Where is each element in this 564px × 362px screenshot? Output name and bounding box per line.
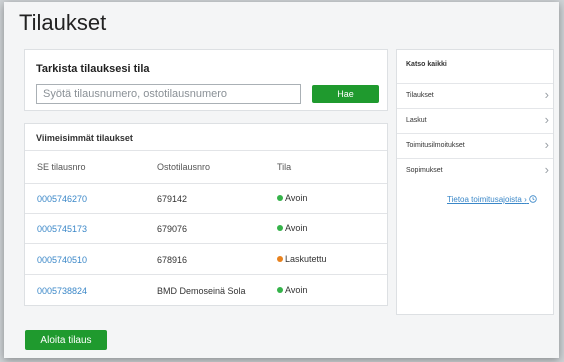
delivery-times-link[interactable]: Tietoa toimitusajoista › — [447, 195, 537, 204]
recent-orders-panel: Viimeisimmät tilaukset SE tilausnro Osto… — [24, 123, 388, 306]
status-dot — [277, 225, 283, 231]
see-all-panel: Katso kaikki Tilaukset › Laskut › Toimit… — [396, 49, 554, 315]
see-all-title: Katso kaikki — [406, 61, 447, 68]
po-number: 679076 — [157, 224, 188, 234]
sidebar-item-delivery-notices[interactable]: Toimitusilmoitukset › — [397, 133, 553, 159]
sidebar-item-label: Tilaukset — [406, 92, 434, 99]
table-header-row: SE tilausnro Ostotilausnro Tila — [25, 150, 387, 184]
table-row: 0005746270 679142 Avoin — [25, 183, 387, 214]
status-dot — [277, 287, 283, 293]
table-row: 0005738824 BMD Demoseinä Sola Avoin — [25, 274, 387, 306]
page-title: Tilaukset — [19, 10, 107, 35]
sidebar-item-invoices[interactable]: Laskut › — [397, 108, 553, 134]
check-order-panel: Tarkista tilauksesi tila Hae — [24, 49, 388, 111]
order-status: Avoin — [277, 285, 307, 295]
order-number-link[interactable]: 0005745173 — [37, 224, 87, 234]
column-header-po-no: Ostotilausnro — [157, 162, 211, 172]
clock-icon — [529, 195, 537, 203]
po-number: 678916 — [157, 255, 188, 265]
order-status: Avoin — [277, 193, 307, 203]
search-button[interactable]: Hae — [312, 85, 379, 103]
column-header-status: Tila — [277, 162, 292, 172]
order-search-input[interactable] — [36, 84, 301, 104]
po-number: 679142 — [157, 194, 188, 204]
status-dot — [277, 256, 283, 262]
order-number-link[interactable]: 0005746270 — [37, 194, 87, 204]
chevron-right-icon: › — [544, 87, 549, 102]
orders-window: Tilaukset Tarkista tilauksesi tila Hae V… — [4, 2, 559, 358]
table-row: 0005745173 679076 Avoin — [25, 213, 387, 244]
status-label: Avoin — [285, 193, 308, 203]
start-order-button[interactable]: Aloita tilaus — [25, 330, 107, 350]
status-label: Laskutettu — [285, 254, 327, 264]
order-status: Avoin — [277, 223, 307, 233]
sidebar-item-label: Toimitusilmoitukset — [406, 142, 465, 149]
order-number-link[interactable]: 0005740510 — [37, 255, 87, 265]
chevron-right-icon: › — [544, 112, 549, 127]
chevron-right-icon: › — [544, 162, 549, 177]
status-label: Avoin — [285, 285, 308, 295]
recent-orders-title: Viimeisimmät tilaukset — [36, 133, 133, 143]
sidebar-item-contracts[interactable]: Sopimukset › — [397, 158, 553, 184]
sidebar-item-label: Sopimukset — [406, 167, 443, 174]
delivery-times-link-label: Tietoa toimitusajoista — [447, 195, 522, 204]
order-status: Laskutettu — [277, 254, 327, 264]
chevron-right-icon: › — [524, 195, 527, 204]
po-number: BMD Demoseinä Sola — [157, 286, 246, 296]
table-row: 0005740510 678916 Laskutettu — [25, 243, 387, 275]
sidebar-item-orders[interactable]: Tilaukset › — [397, 83, 553, 109]
status-label: Avoin — [285, 223, 308, 233]
sidebar-item-label: Laskut — [406, 117, 427, 124]
status-dot — [277, 195, 283, 201]
check-order-title: Tarkista tilauksesi tila — [36, 63, 150, 75]
column-header-order-no: SE tilausnro — [37, 162, 86, 172]
order-number-link[interactable]: 0005738824 — [37, 286, 87, 296]
chevron-right-icon: › — [544, 137, 549, 152]
